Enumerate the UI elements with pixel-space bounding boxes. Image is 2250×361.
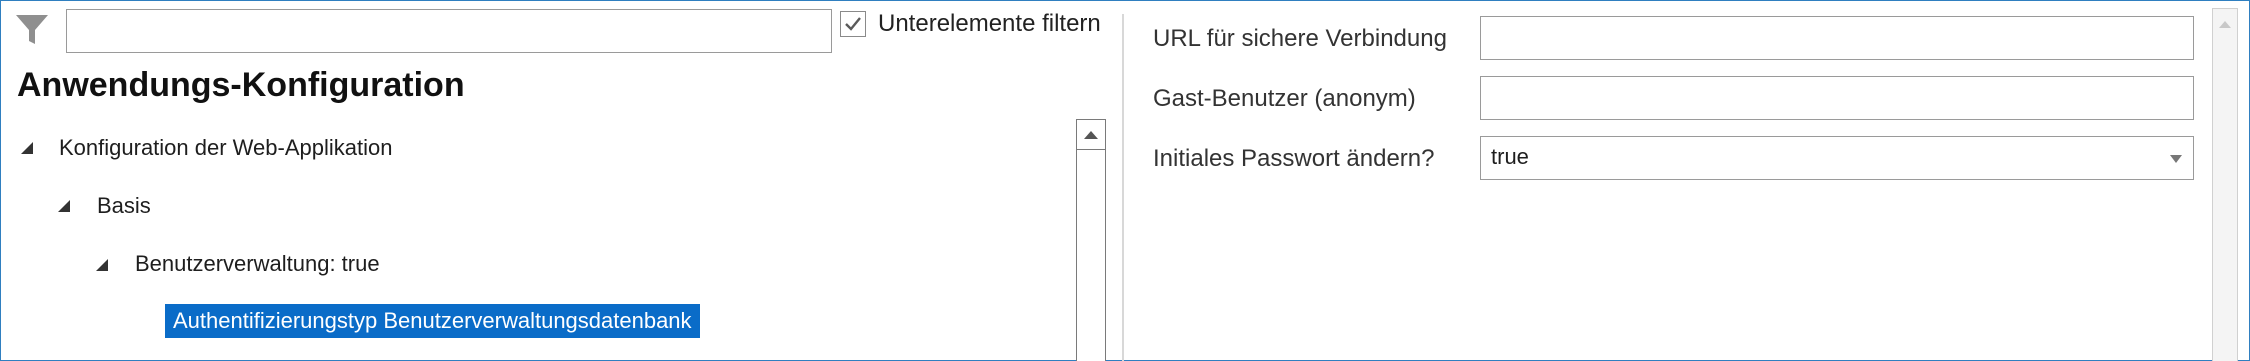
arrow-up-icon	[1084, 131, 1098, 139]
property-label-guest-user: Gast-Benutzer (anonym)	[1153, 85, 1416, 112]
properties-scrollbar[interactable]	[2212, 8, 2238, 361]
expand-triangle-icon[interactable]	[20, 141, 34, 155]
tree-item-web-app-config[interactable]: Konfiguration der Web-Applikation	[59, 135, 392, 161]
scroll-up-button[interactable]	[1077, 120, 1105, 150]
guest-user-field[interactable]	[1480, 76, 2194, 120]
arrow-up-icon[interactable]	[2213, 9, 2237, 39]
tree-item-auth-type[interactable]: Authentifizierungstyp Benutzerverwaltung…	[165, 304, 700, 338]
filter-icon[interactable]	[14, 12, 50, 48]
tree-item-user-management[interactable]: Benutzerverwaltung: true	[135, 251, 380, 277]
change-password-value: true	[1491, 144, 1529, 169]
chevron-down-icon	[2170, 155, 2182, 163]
secure-url-field[interactable]	[1480, 16, 2194, 60]
tree-item-basis[interactable]: Basis	[97, 193, 151, 219]
change-password-dropdown[interactable]: true	[1480, 136, 2194, 180]
expand-triangle-icon[interactable]	[95, 258, 109, 272]
filter-input[interactable]	[66, 9, 832, 53]
page-title: Anwendungs-Konfiguration	[17, 66, 465, 104]
tree-scrollbar[interactable]	[1076, 119, 1106, 361]
tree-pane: Unterelemente filtern Anwendungs-Konfigu…	[0, 0, 1122, 361]
filter-subitems-checkbox[interactable]	[840, 11, 866, 37]
filter-subitems-label[interactable]: Unterelemente filtern	[878, 10, 1101, 38]
checkmark-icon	[845, 17, 861, 31]
expand-triangle-icon[interactable]	[57, 199, 71, 213]
property-label-change-password: Initiales Passwort ändern?	[1153, 145, 1435, 172]
property-label-secure-url: URL für sichere Verbindung	[1153, 25, 1447, 52]
